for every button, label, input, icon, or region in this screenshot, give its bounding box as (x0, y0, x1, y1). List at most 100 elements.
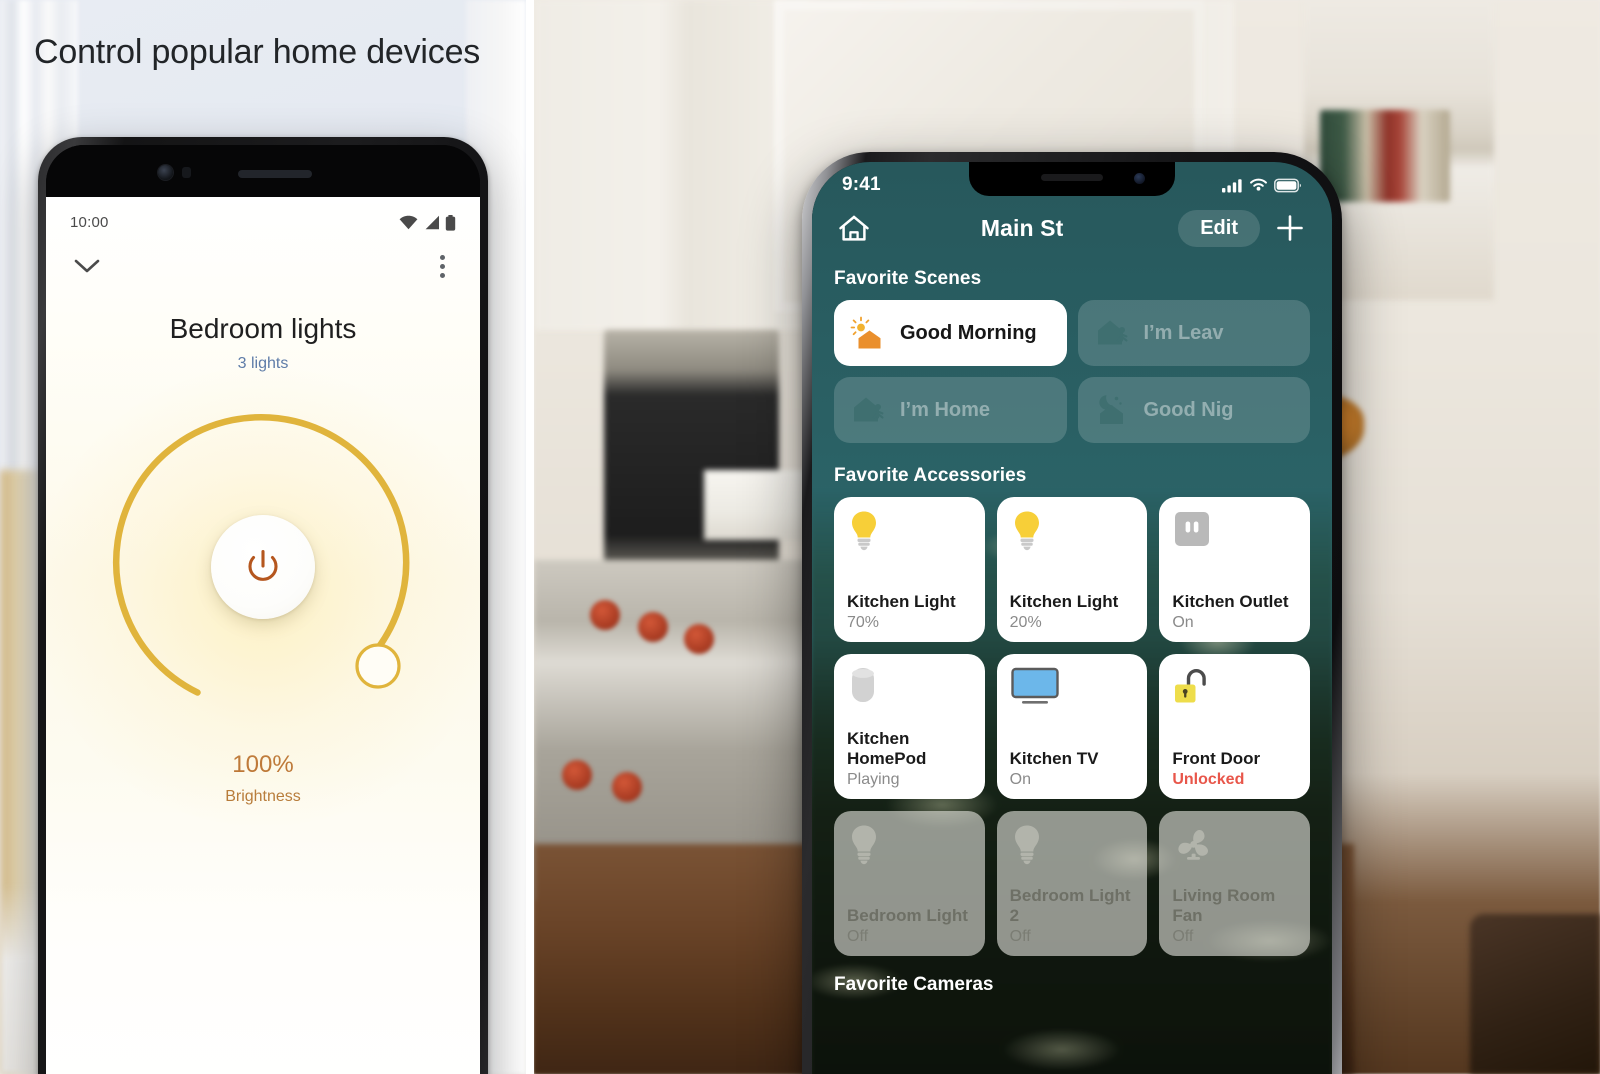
favorite-cameras-header: Favorite Cameras (834, 974, 994, 995)
background-range-knob (562, 760, 592, 790)
status-icons (399, 214, 456, 231)
accessory-state: On (1009, 771, 1031, 788)
scene-card-good-night[interactable]: Good Nig (1077, 377, 1310, 443)
accessory-name: Kitchen TV (1009, 748, 1099, 768)
accessory-state: 70% (847, 614, 880, 631)
brightness-caption: Brightness (225, 788, 301, 805)
background-wall-oven (604, 330, 779, 580)
lightbulb-icon (1010, 823, 1136, 871)
accessory-name: Living Room Fan (1172, 885, 1276, 925)
background-range-knob (590, 600, 620, 630)
wifi-icon (1250, 178, 1267, 191)
home-app-content: Favorite Scenes Good Morning I’m Leav I’… (812, 248, 1332, 996)
earpiece-speaker-icon (1041, 174, 1103, 181)
favorite-scenes-header: Favorite Scenes (834, 268, 982, 289)
front-sensor-icon (182, 167, 191, 178)
fan-icon (1172, 823, 1298, 871)
device-subtitle[interactable]: 3 lights (46, 355, 480, 373)
accessory-name: Kitchen Outlet (1172, 591, 1289, 611)
front-camera-icon (158, 165, 173, 180)
accessory-name: Kitchen Light (847, 591, 956, 611)
accessory-card-bedroom-light[interactable]: Bedroom Light Off (834, 811, 985, 956)
accessory-state: Playing (847, 771, 900, 788)
scene-card-im-leaving[interactable]: I’m Leav (1077, 300, 1310, 366)
homepod-icon (847, 666, 973, 714)
page-title: Main St (980, 214, 1064, 241)
iphone-notch (969, 162, 1175, 196)
background-range-knob (612, 772, 642, 802)
favorite-accessories-grid: Kitchen Light 70% Kitchen Light 20% Kitc… (834, 497, 1310, 956)
accessory-card-kitchen-outlet[interactable]: Kitchen Outlet On (1159, 497, 1310, 642)
accessory-card-kitchen-light-2[interactable]: Kitchen Light 20% (996, 497, 1148, 642)
accessory-state: Off (1009, 928, 1031, 945)
power-icon (248, 549, 278, 581)
android-screen: 10:00 Bedroom lights 3 lights 100% Brigh… (46, 197, 480, 1074)
panel-divider (526, 0, 534, 1074)
unlock-icon (1172, 666, 1298, 714)
iphone-bezel: 9:41 Main St Edit Favorite Scenes Good M… (812, 162, 1332, 1074)
battery-icon (445, 214, 456, 231)
accessory-name: Kitchen HomePod (847, 728, 927, 768)
status-icons (1222, 178, 1302, 193)
status-time: 9:41 (842, 174, 881, 195)
wifi-icon (399, 215, 418, 230)
house-person-icon (854, 397, 884, 422)
accessory-card-kitchen-tv[interactable]: Kitchen TV On (996, 654, 1148, 799)
accessory-state: Off (847, 928, 869, 945)
iphone-screen: 9:41 Main St Edit Favorite Scenes Good M… (812, 162, 1332, 1074)
accessory-name: Kitchen Light (1009, 591, 1119, 611)
moon-house-icon (1098, 395, 1123, 424)
kebab-menu-icon[interactable] (428, 249, 456, 283)
accessory-card-bedroom-light-2[interactable]: Bedroom Light 2 Off (996, 811, 1148, 956)
accessory-name: Bedroom Light (847, 905, 968, 925)
homekit-promo-panel: 9:41 Main St Edit Favorite Scenes Good M… (534, 0, 1600, 1074)
scene-label: Good Nig (1143, 398, 1234, 421)
accessory-name: Front Door (1172, 748, 1261, 768)
accessory-card-front-door[interactable]: Front Door Unlocked (1159, 654, 1310, 799)
lightbulb-icon (847, 823, 973, 871)
scene-card-im-home[interactable]: I’m Home (834, 377, 1067, 443)
iphone-frame: 9:41 Main St Edit Favorite Scenes Good M… (802, 152, 1342, 1074)
android-forehead (46, 145, 480, 197)
android-phone-bezel: 10:00 Bedroom lights 3 lights 100% Brigh… (46, 145, 480, 1074)
android-promo-panel: Control popular home devices 10:00 Bedro… (0, 0, 526, 1074)
brightness-value: 100% (232, 751, 294, 778)
scene-label: I’m Leav (1143, 321, 1224, 344)
lightbulb-icon (1010, 509, 1136, 557)
android-phone-frame: 10:00 Bedroom lights 3 lights 100% Brigh… (38, 137, 488, 1074)
favorite-accessories-header: Favorite Accessories (834, 465, 1027, 486)
screenshot-root: Control popular home devices 10:00 Bedro… (0, 0, 1600, 1074)
brightness-dial[interactable] (46, 395, 480, 755)
plus-icon[interactable] (1270, 208, 1310, 248)
background-range-knob (638, 612, 668, 642)
scene-card-good-morning[interactable]: Good Morning (834, 300, 1067, 366)
background-books (1320, 110, 1450, 202)
accessory-card-living-room-fan[interactable]: Living Room Fan Off (1159, 811, 1310, 956)
android-status-bar: 10:00 (46, 197, 480, 235)
accessory-state: Unlocked (1172, 771, 1245, 788)
accessory-card-kitchen-light-1[interactable]: Kitchen Light 70% (834, 497, 985, 642)
accessory-state: Off (1172, 928, 1194, 945)
accessory-name: Bedroom Light 2 (1009, 885, 1131, 925)
background-chair (1470, 914, 1600, 1074)
earpiece-speaker-icon (238, 170, 312, 178)
favorite-scenes-grid: Good Morning I’m Leav I’m Home Good Nig (834, 300, 1310, 443)
lightbulb-icon (847, 509, 973, 557)
cellular-icon (425, 215, 439, 230)
scene-label: I’m Home (900, 398, 991, 421)
status-time: 10:00 (70, 214, 109, 231)
cellular-icon (1222, 178, 1242, 192)
promo-headline: Control popular home devices (34, 33, 481, 71)
edit-button[interactable]: Edit (1178, 209, 1260, 247)
accessory-state: 20% (1009, 614, 1042, 631)
front-camera-icon (1134, 173, 1145, 184)
accessory-state: On (1172, 614, 1194, 631)
outlet-icon (1172, 509, 1298, 557)
android-app-bar (46, 235, 480, 283)
background-range-knob (684, 624, 714, 654)
power-toggle-button[interactable] (211, 515, 315, 619)
home-icon[interactable] (834, 208, 874, 248)
battery-icon (1274, 178, 1302, 192)
chevron-down-icon[interactable] (70, 249, 104, 283)
accessory-card-kitchen-homepod[interactable]: Kitchen HomePod Playing (834, 654, 985, 799)
